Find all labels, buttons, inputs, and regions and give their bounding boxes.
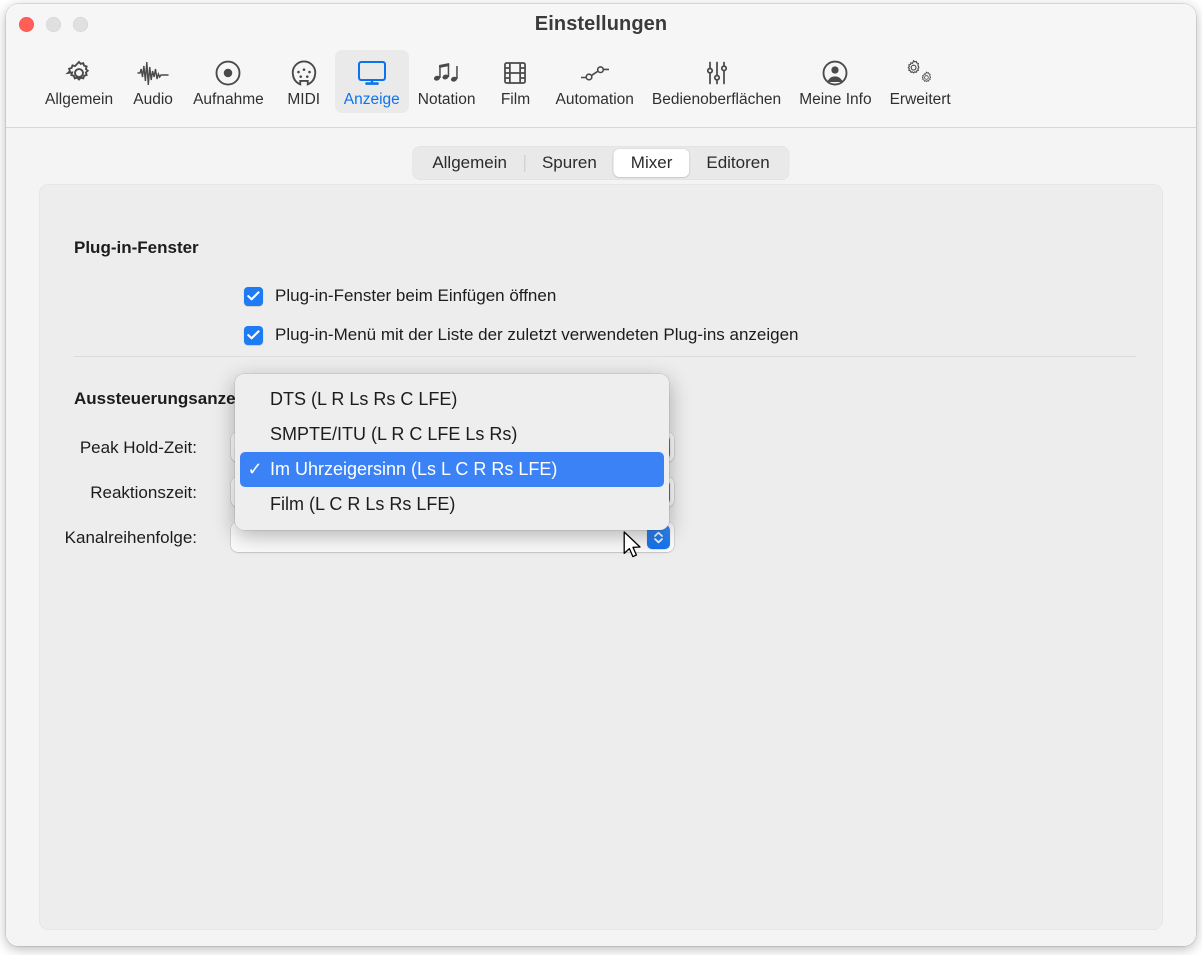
- tab-mixer[interactable]: Mixer: [613, 149, 690, 177]
- toolbar-item-label: Bedienoberflächen: [651, 91, 782, 108]
- checkbox-label: Plug-in-Fenster beim Einfügen öffnen: [275, 286, 557, 305]
- checkbox-open-plugin-window[interactable]: [244, 286, 263, 306]
- menu-item-label: SMPTE/ITU (L R C LFE Ls Rs): [270, 424, 518, 444]
- menu-item-film[interactable]: Film (L C R Ls Rs LFE): [240, 487, 664, 522]
- row-label: Reaktionszeit:: [90, 483, 197, 502]
- film-strip-icon: [493, 56, 537, 90]
- window-titlebar: Einstellungen: [6, 4, 1196, 46]
- tab-spuren[interactable]: Spuren: [525, 149, 614, 177]
- section-divider: [74, 356, 1136, 357]
- checkbox-row-plugin-menu-recent[interactable]: Plug-in-Menü mit der Liste der zuletzt v…: [244, 325, 799, 345]
- tab-label: Editoren: [706, 153, 770, 172]
- waveform-icon: [131, 56, 175, 90]
- midi-connector-icon: [282, 56, 326, 90]
- preferences-body: Allgemein Spuren Mixer Editoren Plug-in-…: [6, 128, 1196, 946]
- row-label: Peak Hold-Zeit:: [79, 438, 197, 457]
- toolbar-item-bedienoberflaechen[interactable]: Bedienoberflächen: [643, 50, 790, 113]
- toolbar-item-aufnahme[interactable]: Aufnahme: [184, 50, 273, 113]
- menu-item-label: Film (L C R Ls Rs LFE): [270, 494, 456, 514]
- toolbar-item-audio[interactable]: Audio: [122, 50, 184, 113]
- tab-label: Mixer: [630, 153, 673, 172]
- checkbox-label: Plug-in-Menü mit der Liste der zuletzt v…: [275, 325, 799, 344]
- settings-window: Einstellungen Allgemein Audio Aufnahme M…: [6, 4, 1196, 946]
- preferences-toolbar: Allgemein Audio Aufnahme MIDI Anzeige No…: [6, 46, 1196, 128]
- tab-allgemein[interactable]: Allgemein: [415, 149, 524, 177]
- menu-item-clockwise[interactable]: ✓ Im Uhrzeigersinn (Ls L C R Rs LFE): [240, 452, 664, 487]
- gear-icon: [57, 56, 101, 90]
- toolbar-item-notation[interactable]: Notation: [409, 50, 485, 113]
- record-circle-icon: [206, 56, 250, 90]
- tab-label: Spuren: [541, 153, 597, 172]
- toolbar-item-label: Film: [500, 91, 531, 108]
- menu-item-dts[interactable]: DTS (L R Ls Rs C LFE): [240, 382, 664, 417]
- double-gear-icon: [898, 56, 942, 90]
- tab-editoren[interactable]: Editoren: [689, 149, 786, 177]
- checkbox-plugin-menu-recent[interactable]: [244, 325, 263, 345]
- toolbar-item-label: Erweitert: [889, 91, 951, 108]
- toolbar-item-film[interactable]: Film: [484, 50, 546, 113]
- checkbox-row-open-plugin-window[interactable]: Plug-in-Fenster beim Einfügen öffnen: [244, 286, 556, 306]
- menu-item-label: DTS (L R Ls Rs C LFE): [270, 389, 458, 409]
- menu-item-smpte-itu[interactable]: SMPTE/ITU (L R C LFE Ls Rs): [240, 417, 664, 452]
- toolbar-item-meine-info[interactable]: Meine Info: [790, 50, 880, 113]
- toolbar-item-label: Allgemein: [45, 91, 114, 108]
- row-label: Kanalreihenfolge:: [64, 528, 197, 547]
- user-circle-icon: [813, 56, 857, 90]
- toolbar-item-label: MIDI: [287, 91, 321, 108]
- toolbar-item-label: Aufnahme: [193, 91, 264, 108]
- channel-order-dropdown-menu: DTS (L R Ls Rs C LFE) SMPTE/ITU (L R C L…: [235, 374, 669, 530]
- toolbar-item-label: Automation: [555, 91, 634, 108]
- settings-panel: Plug-in-Fenster Plug-in-Fenster beim Ein…: [39, 184, 1163, 930]
- automation-node-icon: [573, 56, 617, 90]
- toolbar-item-label: Meine Info: [799, 91, 872, 108]
- toolbar-item-allgemein[interactable]: Allgemein: [36, 50, 122, 113]
- toolbar-item-midi[interactable]: MIDI: [273, 50, 335, 113]
- toolbar-item-automation[interactable]: Automation: [546, 50, 642, 113]
- checkmark-icon: ✓: [247, 459, 263, 479]
- toolbar-item-anzeige[interactable]: Anzeige: [334, 50, 409, 113]
- section-title-plugin-window: Plug-in-Fenster: [74, 238, 199, 257]
- toolbar-item-erweitert[interactable]: Erweitert: [881, 50, 960, 113]
- display-monitor-icon: [350, 56, 394, 90]
- sliders-icon: [695, 56, 739, 90]
- music-notes-icon: [425, 56, 469, 90]
- tab-label: Allgemein: [432, 153, 507, 172]
- toolbar-item-label: Anzeige: [343, 91, 400, 108]
- menu-item-label: Im Uhrzeigersinn (Ls L C R Rs LFE): [270, 459, 558, 479]
- segmented-tab-bar: Allgemein Spuren Mixer Editoren: [412, 146, 790, 180]
- toolbar-item-label: Notation: [417, 91, 476, 108]
- window-title: Einstellungen: [534, 13, 668, 35]
- toolbar-item-label: Audio: [133, 91, 173, 108]
